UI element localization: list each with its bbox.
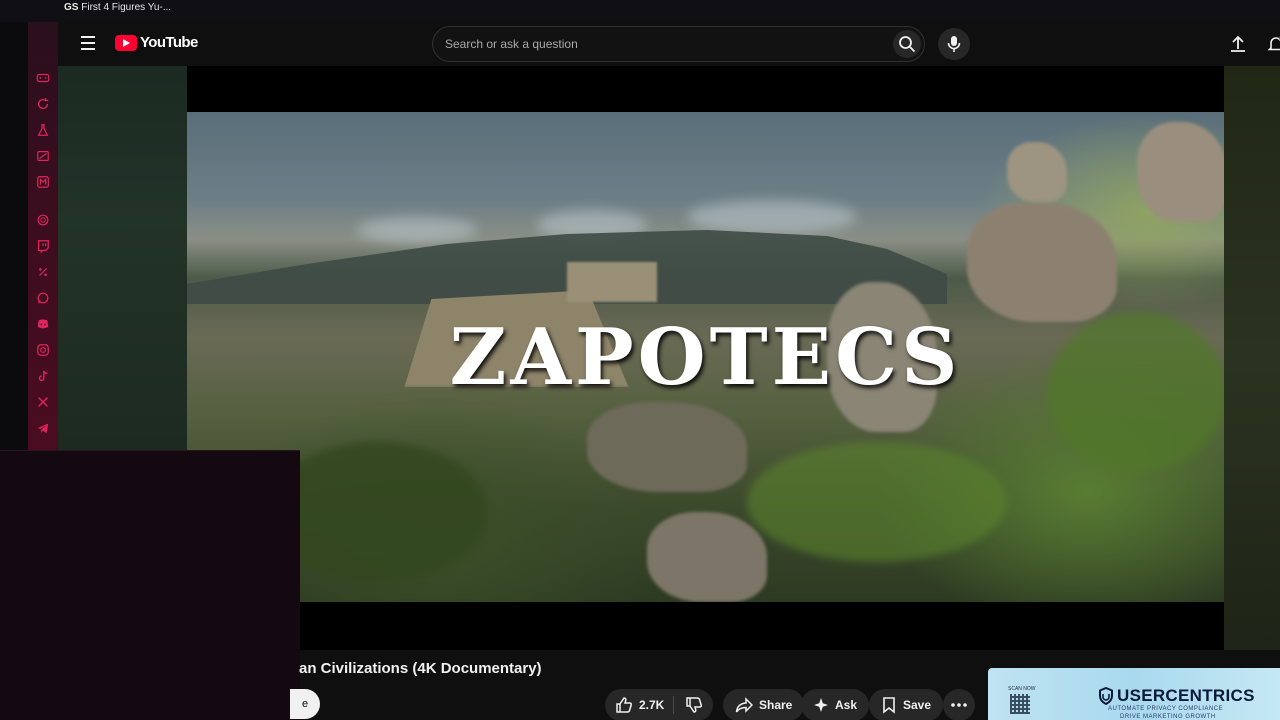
m-square-icon[interactable] — [35, 174, 51, 190]
microphone-icon — [947, 36, 961, 52]
ambient-glow-left — [58, 66, 187, 450]
tab-title: First 4 Figures Yu-... — [81, 2, 172, 13]
left-dark-strip — [0, 22, 28, 450]
save-button[interactable]: Save — [869, 689, 944, 720]
like-count: 2.7K — [639, 698, 665, 712]
rock — [1137, 122, 1224, 222]
x-icon[interactable] — [35, 394, 51, 410]
extension-sidebar — [28, 22, 58, 450]
ad-tagline: AUTOMATE PRIVACY COMPLIANCE — [1108, 706, 1224, 712]
like-dislike-group: 2.7K — [605, 689, 713, 720]
shield-icon — [1099, 687, 1113, 705]
browser-tab[interactable]: GS First 4 Figures Yu-... — [64, 2, 171, 13]
notifications-button[interactable] — [1264, 32, 1280, 56]
pyramid-top — [567, 262, 657, 302]
search-input[interactable] — [445, 27, 875, 61]
refresh-icon[interactable] — [35, 96, 51, 112]
video-frame[interactable]: ZAPOTECS — [187, 112, 1224, 602]
youtube-play-icon — [115, 34, 137, 51]
upload-icon — [1231, 35, 1245, 52]
tab-favicon-text: GS — [64, 2, 79, 13]
grass — [747, 442, 1007, 562]
rock — [587, 402, 747, 492]
like-button[interactable]: 2.7K — [605, 689, 673, 720]
sparkle-icon — [814, 698, 828, 712]
rock — [967, 202, 1117, 322]
openai-icon[interactable] — [35, 212, 51, 228]
search-box — [432, 26, 925, 62]
overlay-panel — [0, 450, 300, 720]
browser-tab-strip: GS First 4 Figures Yu-... — [0, 0, 1280, 22]
video-title: an Civilizations (4K Documentary) — [299, 660, 542, 677]
create-button[interactable] — [1226, 32, 1250, 56]
menu-button[interactable] — [78, 32, 100, 54]
discord-icon[interactable] — [35, 316, 51, 332]
search-button[interactable] — [893, 30, 921, 58]
ambient-glow-right — [1224, 66, 1280, 650]
grass — [267, 442, 487, 582]
thumbs-down-icon — [686, 697, 703, 713]
screen: GS First 4 Figures Yu-... YouTube Search… — [0, 0, 1280, 720]
gamepad-icon[interactable] — [35, 70, 51, 86]
more-actions-button[interactable] — [943, 689, 975, 720]
like-divider — [673, 696, 674, 714]
video-player[interactable]: ZAPOTECS — [187, 66, 1224, 650]
ad-banner[interactable]: SCAN NOW USERCENTRICS AUTOMATE PRIVACY C… — [988, 668, 1280, 720]
rock — [647, 512, 767, 602]
percent-icon[interactable] — [35, 264, 51, 280]
logo-text: YouTube — [140, 34, 198, 51]
voice-search-button[interactable] — [938, 28, 970, 60]
ad-brand: USERCENTRICS — [1098, 686, 1255, 706]
save-label: Save — [903, 698, 932, 712]
menu-icon — [81, 36, 95, 38]
share-button[interactable]: Share — [723, 689, 805, 720]
ask-button[interactable]: Ask — [801, 689, 870, 720]
more-horizontal-icon — [951, 703, 967, 707]
qr-code-icon — [1010, 694, 1030, 714]
bookmark-icon — [883, 697, 895, 714]
rock — [1007, 142, 1067, 202]
twitch-icon[interactable] — [35, 238, 51, 254]
whatsapp-icon[interactable] — [35, 290, 51, 306]
ad-tagline-2: DRIVE MARKETING GROWTH — [1120, 714, 1216, 720]
telegram-icon[interactable] — [35, 420, 51, 436]
tiktok-icon[interactable] — [35, 368, 51, 384]
instagram-icon[interactable] — [35, 342, 51, 358]
bell-icon — [1267, 36, 1280, 51]
share-icon — [735, 697, 753, 713]
search-icon — [899, 36, 916, 53]
youtube-header: YouTube — [58, 22, 1280, 66]
thumbs-up-icon — [616, 697, 633, 713]
ad-brand-text: USERCENTRICS — [1117, 686, 1255, 705]
youtube-logo[interactable]: YouTube — [115, 34, 198, 51]
dislike-button[interactable] — [675, 689, 713, 720]
flask-icon[interactable] — [35, 122, 51, 138]
video-title-overlay: ZAPOTECS — [449, 312, 962, 403]
subscribe-button[interactable]: e — [290, 689, 320, 719]
card-icon[interactable] — [35, 148, 51, 164]
share-label: Share — [759, 698, 793, 712]
ask-label: Ask — [835, 698, 858, 712]
qr-label: SCAN NOW — [1008, 686, 1036, 692]
